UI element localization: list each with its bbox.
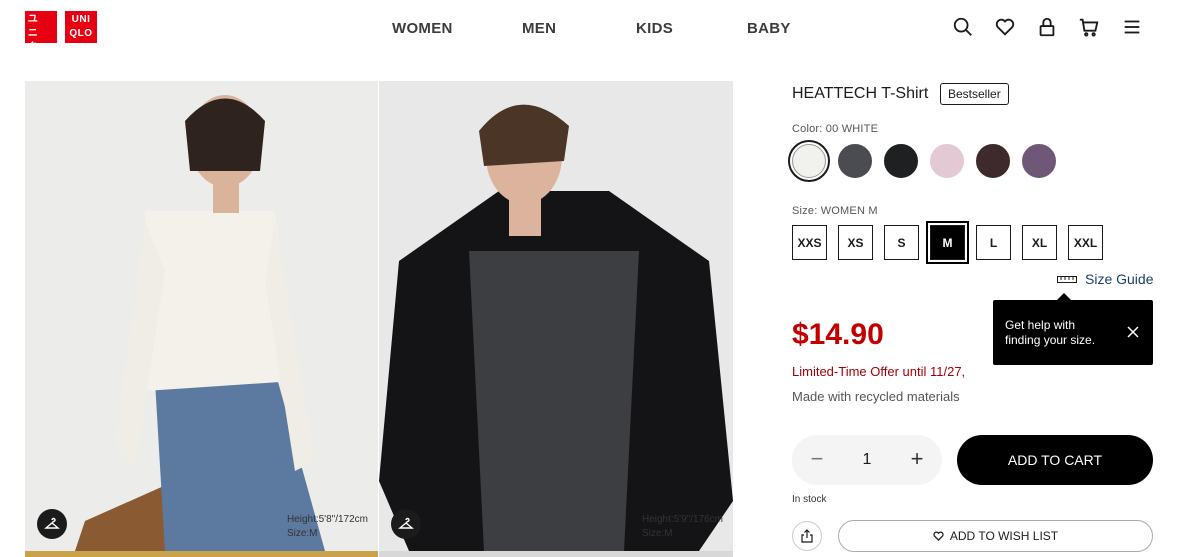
hanger-icon[interactable] bbox=[37, 509, 67, 539]
nav-kids[interactable]: KIDS bbox=[636, 20, 673, 37]
model-photo bbox=[25, 81, 378, 551]
size-option-m[interactable]: M bbox=[926, 221, 969, 264]
nav-men[interactable]: MEN bbox=[522, 20, 556, 37]
size-option-s[interactable]: S bbox=[884, 225, 919, 260]
price: $14.90 bbox=[792, 318, 884, 351]
color-swatch-dark-brown[interactable] bbox=[976, 144, 1010, 178]
size-guide-label: Size Guide bbox=[1085, 271, 1154, 287]
size-option-xl[interactable]: XL bbox=[1022, 225, 1057, 260]
color-swatch-purple[interactable] bbox=[1022, 144, 1056, 178]
size-option-xxs[interactable]: XXS bbox=[792, 225, 827, 260]
model-info: Height:5'8"/172cm Size:M bbox=[287, 513, 368, 541]
menu-icon[interactable] bbox=[1121, 16, 1143, 38]
size-label: Size: WOMEN M bbox=[792, 205, 878, 217]
site-header: ユニ クロ UNI QLO WOMEN MEN KIDS BABY bbox=[0, 0, 1200, 67]
share-icon bbox=[801, 529, 813, 543]
cart-icon[interactable] bbox=[1078, 16, 1100, 38]
logo-text-uni: UNI bbox=[71, 14, 91, 25]
color-swatch-white[interactable] bbox=[788, 140, 830, 182]
recycled-materials-text: Made with recycled materials bbox=[792, 389, 960, 404]
add-to-cart-button[interactable]: ADD TO CART bbox=[957, 435, 1153, 485]
add-to-wishlist-button[interactable]: ADD TO WISH LIST bbox=[838, 520, 1153, 552]
model-photo bbox=[379, 81, 733, 551]
brand-logo-katakana[interactable]: ユニ クロ bbox=[25, 11, 57, 67]
size-option-xxl[interactable]: XXL bbox=[1068, 225, 1103, 260]
share-button[interactable] bbox=[792, 521, 822, 551]
logo-text-line1: ユニ bbox=[27, 14, 39, 39]
wishlist-label: ADD TO WISH LIST bbox=[949, 529, 1059, 543]
color-swatch-dark-gray[interactable] bbox=[838, 144, 872, 178]
brand-logo-latin[interactable]: UNI QLO bbox=[65, 11, 97, 43]
size-option-l[interactable]: L bbox=[976, 225, 1011, 260]
account-icon[interactable] bbox=[1036, 16, 1058, 38]
limited-offer-text: Limited-Time Offer until 11/27, bbox=[792, 364, 966, 379]
tooltip-text: Get help with finding your size. bbox=[1005, 318, 1096, 347]
heart-icon[interactable] bbox=[994, 16, 1016, 38]
model-height: Height:5'9"/176cm bbox=[641, 514, 723, 525]
search-icon[interactable] bbox=[952, 16, 974, 38]
increase-quantity-button[interactable]: + bbox=[905, 448, 929, 472]
size-guide-link[interactable]: Size Guide bbox=[1057, 271, 1153, 287]
size-option-xs[interactable]: XS bbox=[838, 225, 873, 260]
image-thumb-4[interactable] bbox=[379, 551, 733, 557]
hanger-icon[interactable] bbox=[391, 509, 421, 539]
quantity-stepper: − 1 + bbox=[792, 435, 942, 485]
color-label: Color: 00 WHITE bbox=[792, 123, 879, 135]
bestseller-badge: Bestseller bbox=[940, 83, 1009, 105]
stock-status: In stock bbox=[792, 494, 827, 505]
model-info: Height:5'9"/176cm Size:M bbox=[642, 513, 723, 541]
next-images-strip bbox=[25, 551, 733, 557]
model-size: Size:M bbox=[286, 528, 318, 539]
ruler-icon bbox=[1057, 276, 1077, 283]
logo-text-qlo: QLO bbox=[69, 28, 93, 39]
logo-text-line2: クロ bbox=[27, 42, 39, 67]
product-image-jacket[interactable]: Height:5'9"/176cm Size:M bbox=[379, 81, 733, 551]
model-height: Height:5'8"/172cm bbox=[286, 514, 368, 525]
color-swatch-pink[interactable] bbox=[930, 144, 964, 178]
nav-baby[interactable]: BABY bbox=[747, 20, 791, 37]
size-help-tooltip: Get help with finding your size. bbox=[993, 293, 1153, 365]
product-title: HEATTECH T-Shirt bbox=[792, 85, 929, 102]
image-thumb-3[interactable] bbox=[25, 551, 378, 557]
heart-icon bbox=[933, 531, 944, 541]
close-icon[interactable] bbox=[1125, 324, 1141, 340]
product-image-white[interactable]: Height:5'8"/172cm Size:M bbox=[25, 81, 378, 551]
color-swatch-black[interactable] bbox=[884, 144, 918, 178]
model-size: Size:M bbox=[641, 528, 673, 539]
nav-women[interactable]: WOMEN bbox=[392, 20, 453, 37]
